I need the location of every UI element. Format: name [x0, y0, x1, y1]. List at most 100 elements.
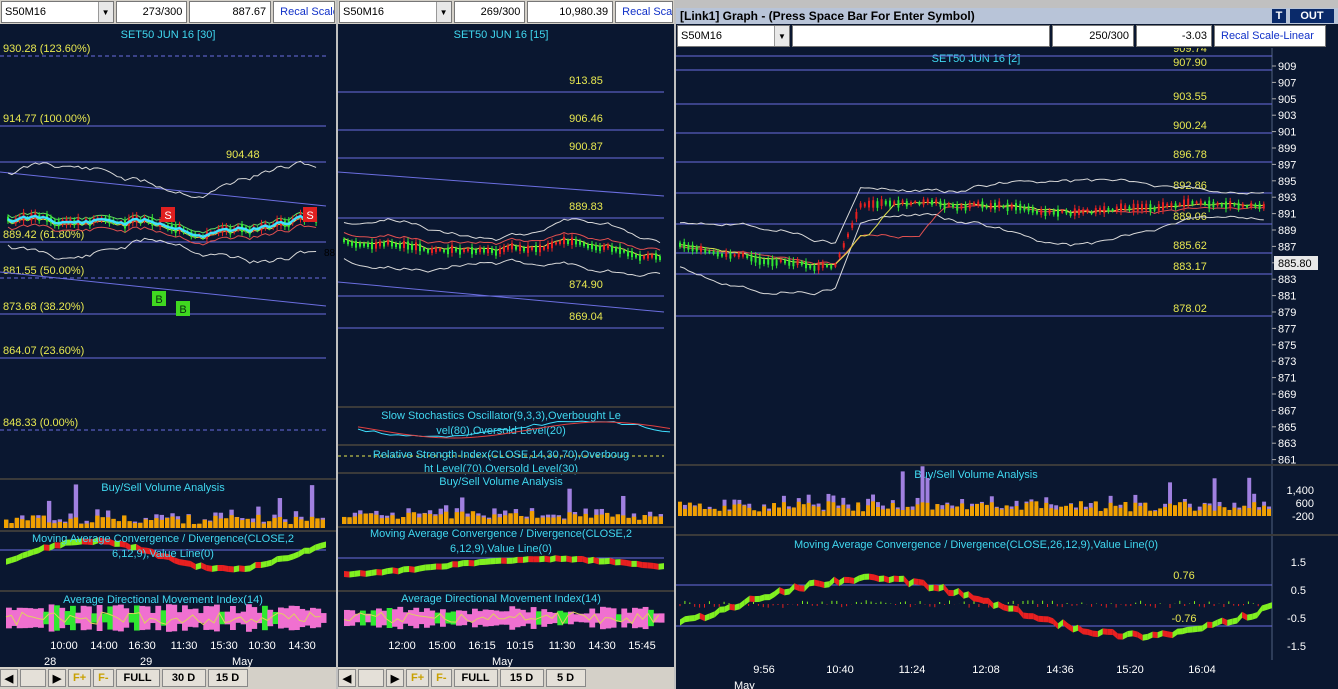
macd-band-segment — [1197, 625, 1203, 632]
volume-bar-buy — [975, 503, 979, 516]
candle — [775, 260, 778, 266]
macd-band-segment — [824, 581, 830, 588]
f-plus-button[interactable]: F+ — [406, 669, 430, 687]
pane2-symbol-select[interactable]: S50M16 ▼ — [339, 1, 452, 23]
macd-band-segment — [1252, 612, 1258, 620]
15d-button[interactable]: 15 D — [499, 669, 544, 687]
price-tick-label: 863 — [1278, 438, 1296, 450]
candle — [914, 201, 917, 204]
adx-band — [408, 610, 414, 626]
volume-bar-buy — [406, 512, 411, 524]
candle — [733, 254, 736, 257]
macd-band-segment — [1028, 613, 1034, 620]
time-label: 16:04 — [1188, 664, 1216, 676]
candle — [880, 199, 883, 206]
macd-tick-label: 1.5 — [1291, 557, 1306, 569]
level-label: 883.17 — [1173, 261, 1207, 273]
adx-band — [59, 607, 66, 629]
pane3-title-bar[interactable]: [Link1] Graph - (Press Space Bar For Ent… — [676, 8, 1338, 24]
scroll-left-button[interactable]: ◀ — [0, 669, 18, 687]
pane1-symbol-select[interactable]: S50M16 ▼ — [1, 1, 114, 23]
price-tick-label: 887 — [1278, 241, 1296, 253]
candle — [779, 259, 782, 263]
pane3-symbol-select[interactable]: S50M16 ▼ — [677, 25, 790, 47]
full-button[interactable]: FULL — [453, 669, 498, 687]
f-minus-button[interactable]: F- — [431, 669, 452, 687]
level-label: 903.55 — [1173, 91, 1207, 103]
pane3-recal-button[interactable]: Recal Scale-Linear — [1214, 25, 1326, 47]
volume-bar-buy — [599, 514, 604, 524]
volume-bar-buy — [293, 516, 299, 528]
macd-band-segment — [571, 556, 578, 563]
chart-title: SET50 JUN 16 [2] — [932, 53, 1021, 65]
volume-bar-buy — [551, 517, 556, 524]
candle — [403, 240, 405, 249]
candle — [419, 243, 421, 252]
macd-title: Moving Average Convergence / Divergence(… — [370, 528, 632, 540]
macd-band-segment — [849, 577, 855, 585]
macd-band-segment — [315, 542, 321, 551]
candle — [519, 244, 521, 252]
f-minus-button[interactable]: F- — [93, 669, 114, 687]
candle — [371, 242, 373, 250]
pane2-recal-button[interactable]: Recal Scale — [615, 1, 673, 23]
candle — [1136, 203, 1139, 211]
level-label: 878.02 — [1173, 303, 1207, 315]
panel-divider — [0, 478, 336, 480]
macd-band-segment — [1132, 630, 1138, 638]
pane3-symbol-value: S50M16 — [681, 30, 722, 42]
macd-band-segment — [993, 601, 999, 610]
volume-bar-buy — [831, 502, 836, 516]
volume-bar-buy — [218, 518, 224, 528]
adx-band — [376, 608, 382, 628]
chevron-down-icon[interactable]: ▼ — [774, 26, 789, 46]
out-button[interactable]: OUT — [1290, 9, 1334, 23]
volume-bar-buy — [821, 511, 826, 516]
macd-band-segment — [1147, 631, 1153, 640]
volume-bar-buy — [288, 523, 293, 528]
30d-button[interactable]: 30 D — [161, 669, 206, 687]
volume-bar-buy — [1158, 508, 1163, 516]
candle — [691, 244, 694, 252]
15d-button[interactable]: 15 D — [207, 669, 248, 687]
candle — [379, 241, 381, 247]
f-plus-button[interactable]: F+ — [68, 669, 92, 687]
macd-band-segment — [6, 557, 12, 565]
t-button[interactable]: T — [1272, 9, 1286, 23]
volume-bar-buy — [283, 521, 288, 528]
macd-band-segment — [588, 556, 594, 564]
candle — [543, 247, 545, 250]
chevron-down-icon[interactable]: ▼ — [435, 2, 451, 22]
5d-button[interactable]: 5 D — [545, 669, 586, 687]
scroll-left-button[interactable]: ◀ — [338, 669, 356, 687]
macd-band-segment — [749, 595, 755, 603]
chevron-down-icon[interactable]: ▼ — [97, 2, 113, 22]
volume-bar-buy — [702, 508, 707, 516]
volume-bar-buy — [583, 513, 588, 524]
volume-bar-buy — [1014, 506, 1019, 516]
panel-divider — [338, 444, 674, 446]
pane1-recal-button[interactable]: Recal Scale — [273, 1, 335, 23]
scroll-thumb[interactable] — [358, 669, 384, 687]
macd-band-segment — [522, 556, 529, 563]
volume-bar-buy — [871, 501, 875, 516]
scroll-right-button[interactable]: ▶ — [386, 669, 404, 687]
macd-band-segment — [764, 594, 770, 601]
candle — [539, 244, 541, 253]
volume-bar-buy — [851, 510, 856, 516]
macd-band-segment — [973, 595, 979, 603]
rsi-title: Relative Strength Index(CLOSE,14,30,70),… — [373, 449, 629, 461]
macd-band-segment — [963, 591, 969, 599]
scroll-right-button[interactable]: ▶ — [48, 669, 66, 687]
macd-band-segment — [729, 603, 735, 611]
macd-band-segment — [694, 612, 700, 622]
volume-bar-buy — [379, 518, 384, 524]
macd-band-segment — [212, 564, 218, 572]
volume-bar-buy — [1138, 505, 1143, 516]
macd-band-segment — [913, 578, 919, 586]
candle — [1057, 209, 1059, 217]
full-button[interactable]: FULL — [115, 669, 160, 687]
macd-band-segment — [1232, 617, 1238, 625]
macd-band-segment — [1048, 616, 1054, 625]
scroll-thumb[interactable] — [20, 669, 46, 687]
